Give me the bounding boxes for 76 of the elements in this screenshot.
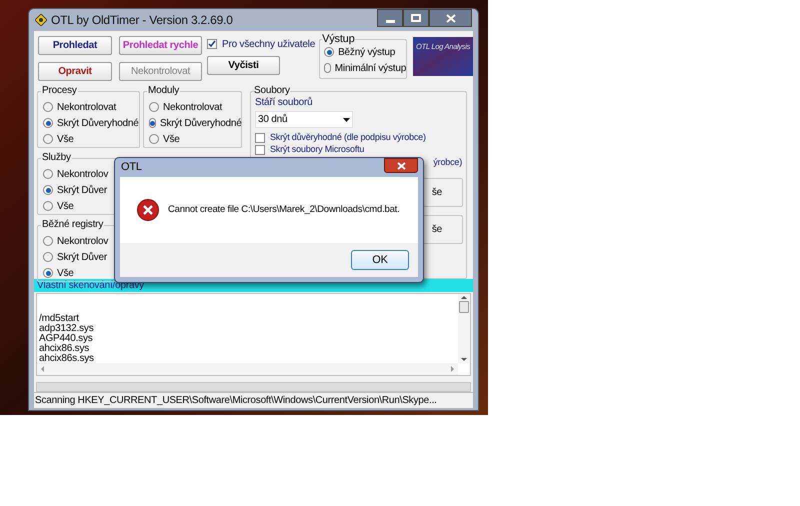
radio-label: Běžný výstup bbox=[338, 46, 396, 60]
radio-button[interactable] bbox=[43, 118, 53, 128]
field-label: Stáří souborů bbox=[255, 97, 314, 109]
error-icon bbox=[137, 199, 159, 221]
radio-label: Skrýt Důver bbox=[57, 250, 108, 264]
status-text: Scanning HKEY_CURRENT_USER\Software\Microsoft\Windows\CurrentVersion\Run\Skype... bbox=[34, 394, 437, 408]
checkbox-label: Skrýt důvěryhodné (dle podpisu výrobce) bbox=[270, 131, 426, 144]
radio-label: Nekontrolov bbox=[57, 234, 108, 248]
checkbox-label: Skrýt soubory Microsoftu bbox=[270, 143, 364, 156]
radio-label: Minimální výstup bbox=[334, 62, 406, 76]
checkbox[interactable] bbox=[255, 145, 265, 155]
text-line: AGP440.sys bbox=[39, 334, 93, 344]
text-line: adp3132.sys bbox=[39, 324, 95, 334]
group-title: Procesy bbox=[41, 85, 78, 97]
scrollbar-thumb[interactable] bbox=[459, 301, 469, 313]
radio-label: Vše bbox=[57, 132, 74, 146]
radio-label: Skrýt Důver bbox=[57, 184, 108, 198]
text-line: /md5start bbox=[39, 314, 79, 324]
radio-label: Skrýt Důveryhodné bbox=[57, 116, 139, 130]
text-line: ahcix86s.sys bbox=[39, 354, 95, 364]
close-button[interactable] bbox=[429, 9, 472, 27]
error-message: Cannot create file C:\Users\Marek_2\Downloads\cmd.bat. bbox=[168, 202, 400, 217]
toolbar-button[interactable]: Prohledat rychle bbox=[119, 36, 202, 55]
checkbox-label: Pro všechny uživatele bbox=[222, 38, 316, 52]
group-title: Soubory bbox=[254, 85, 290, 97]
minimize-button[interactable] bbox=[377, 9, 403, 27]
radio-button[interactable] bbox=[43, 169, 53, 179]
toolbar-button[interactable]: Opravit bbox=[38, 62, 112, 80]
radio-button[interactable] bbox=[324, 47, 334, 57]
radio-button[interactable] bbox=[43, 268, 53, 278]
window-title: OTL by OldTimer - Version 3.2.69.0 bbox=[51, 12, 233, 29]
maximize-button[interactable] bbox=[403, 9, 429, 27]
radio-label: Nekontrolovat bbox=[163, 100, 222, 114]
radio-button[interactable] bbox=[43, 102, 53, 112]
ok-button[interactable]: OK bbox=[351, 250, 409, 270]
radio-button[interactable] bbox=[149, 118, 156, 128]
radio-button[interactable] bbox=[43, 252, 53, 262]
radio-button[interactable] bbox=[43, 236, 53, 246]
radio-label: Vše bbox=[163, 132, 180, 146]
checkbox[interactable] bbox=[207, 39, 217, 49]
group-title: Služby bbox=[41, 152, 72, 164]
radio-button[interactable] bbox=[43, 134, 53, 144]
toolbar-button[interactable]: Prohledat bbox=[38, 36, 112, 55]
app-logo-icon bbox=[35, 14, 47, 26]
radio-label: Vše bbox=[57, 266, 74, 280]
radio-button[interactable] bbox=[324, 63, 331, 73]
radio-label: še bbox=[432, 222, 442, 236]
radio-label: Nekontrolovat bbox=[57, 100, 116, 114]
group-title: Moduly bbox=[147, 85, 180, 97]
checkmark-icon bbox=[208, 40, 216, 48]
checkbox[interactable] bbox=[255, 133, 265, 143]
dropdown-arrow-icon bbox=[343, 118, 350, 122]
vertical-scrollbar[interactable] bbox=[458, 294, 470, 363]
group-title: Běžné registry bbox=[41, 219, 104, 231]
close-button[interactable] bbox=[384, 158, 418, 173]
scroll-up-arrow-icon[interactable] bbox=[461, 296, 467, 299]
horizontal-scrollbar[interactable] bbox=[37, 363, 458, 375]
scroll-right-arrow-icon[interactable] bbox=[451, 366, 454, 372]
scroll-down-arrow-icon[interactable] bbox=[461, 358, 467, 361]
dialog-title: OTL bbox=[121, 160, 142, 176]
radio-label: Nekontrolov bbox=[57, 168, 108, 182]
checkbox-label: ýrobce) bbox=[433, 156, 462, 169]
age-dropdown[interactable]: 30 dnů bbox=[255, 111, 353, 128]
radio-button[interactable] bbox=[43, 185, 53, 195]
radio-label: Vše bbox=[57, 200, 74, 214]
radio-button[interactable] bbox=[149, 134, 159, 144]
clear-button[interactable]: Vyčisti bbox=[207, 56, 280, 75]
radio-button[interactable] bbox=[43, 201, 53, 211]
radio-button[interactable] bbox=[149, 102, 159, 112]
scroll-left-arrow-icon[interactable] bbox=[41, 366, 44, 372]
radio-label: Skrýt Důveryhodné bbox=[160, 116, 242, 130]
text-line: ahcix86.sys bbox=[39, 344, 90, 354]
close-icon bbox=[396, 162, 406, 170]
close-icon bbox=[446, 14, 456, 22]
radio-label: še bbox=[432, 186, 442, 200]
group-title: Výstup bbox=[322, 33, 355, 45]
